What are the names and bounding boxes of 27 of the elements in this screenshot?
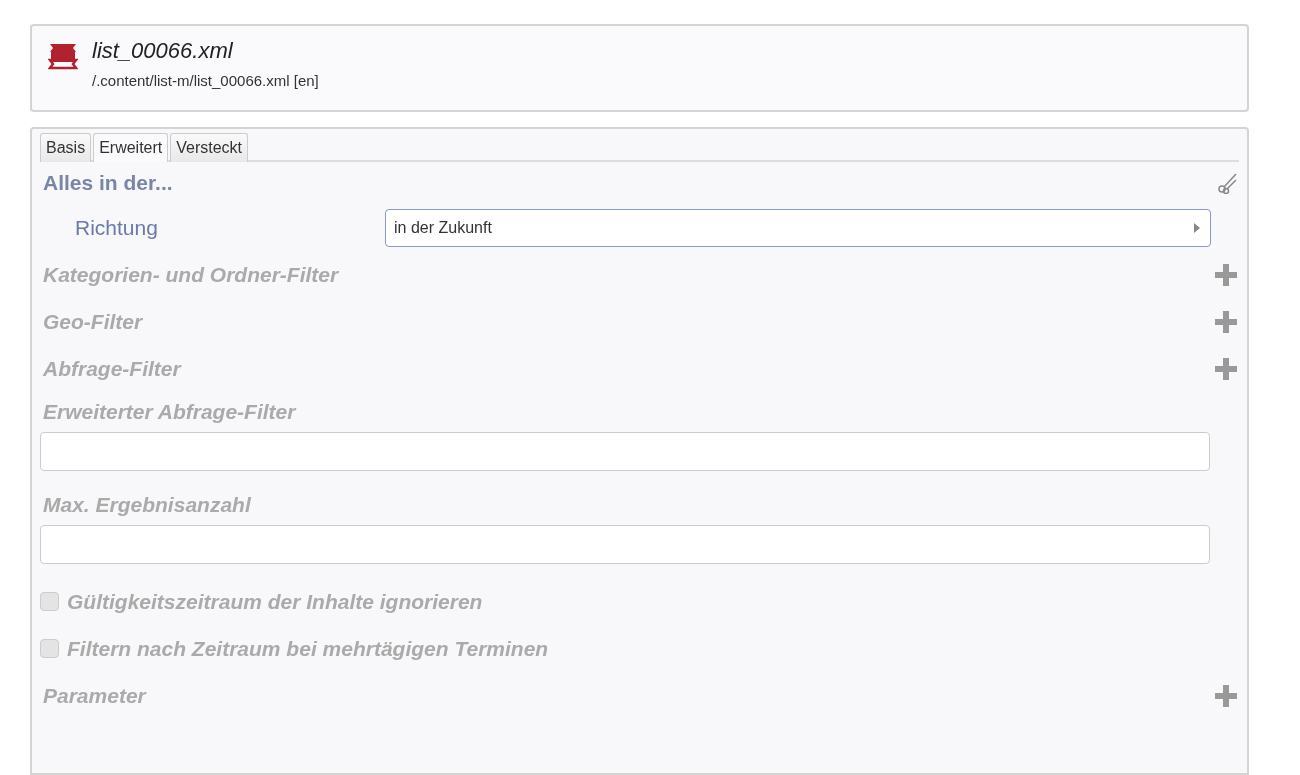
checkbox-label: Filtern nach Zeitraum bei mehrtägigen Terminen [67,636,549,661]
option-heading: Kategorien- und Ordner-Filter [43,262,339,287]
option-heading: Parameter [43,683,146,708]
tab[interactable]: Versteckt [170,133,249,162]
field-label: Max. Ergebnisanzahl [43,493,251,517]
input-field[interactable] [40,432,1210,471]
option-heading: Geo-Filter [43,309,143,334]
plus-icon[interactable] [1215,310,1237,333]
file-name: list_00066.xml [92,38,234,64]
scissors-icon[interactable] [1217,172,1237,194]
checkbox[interactable] [40,592,59,611]
option-heading: Abfrage-Filter [43,356,181,381]
tab[interactable]: Basis [40,133,92,162]
plus-icon[interactable] [1215,684,1237,707]
input-field[interactable] [40,525,1210,564]
checkbox-label: Gültigkeitszeitraum der Inhalte ignorieren [67,589,483,614]
caret-icon [1194,222,1200,233]
plus-icon[interactable] [1215,263,1237,286]
field-label: Richtung [75,215,159,240]
document-icon [48,42,78,70]
direction-select[interactable]: in der Zukunft [385,208,1211,247]
file-path: /.content/list-m/list_00066.xml [en] [92,72,319,89]
field-label: Erweiterter Abfrage-Filter [43,400,296,424]
section-title: Alles in der... [43,171,173,195]
plus-icon[interactable] [1215,357,1237,380]
checkbox[interactable] [40,639,59,658]
tab[interactable]: Erweitert [93,133,169,162]
